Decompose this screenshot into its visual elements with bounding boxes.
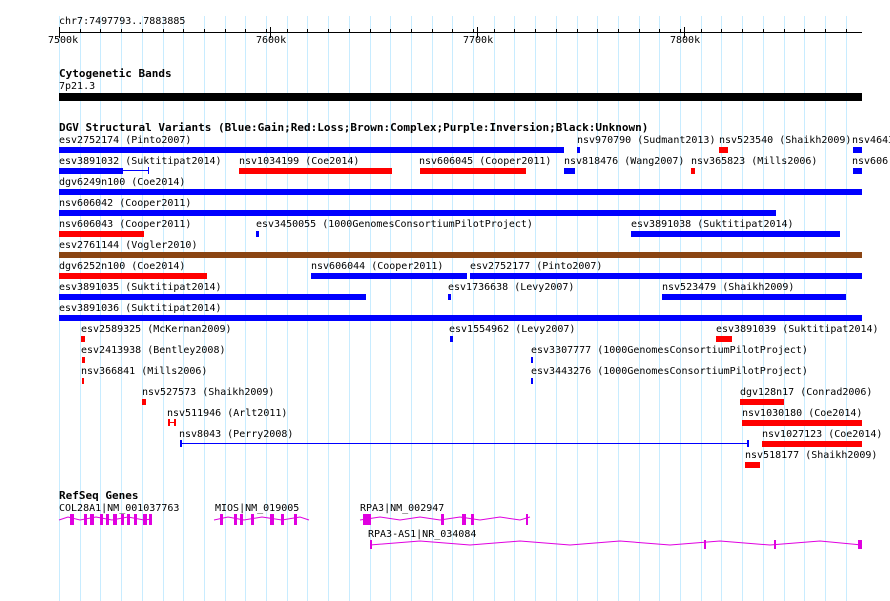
gene-exon bbox=[240, 514, 243, 525]
gene-exon bbox=[106, 514, 109, 525]
gene-exon bbox=[121, 514, 124, 525]
gene-exon bbox=[471, 514, 474, 525]
gene-exon bbox=[90, 514, 94, 525]
gene-models bbox=[58, 514, 863, 549]
gene-exon bbox=[134, 514, 137, 525]
gene-exon bbox=[220, 514, 223, 525]
gene-exon bbox=[281, 514, 284, 525]
genome-browser-view: chr7:7497793..7883885 7500k 7600k 7700k … bbox=[0, 0, 890, 601]
gene-exon bbox=[84, 514, 87, 525]
gene-exon bbox=[294, 514, 297, 525]
gene-intron-line bbox=[369, 540, 863, 546]
gene-exon bbox=[251, 514, 254, 525]
gene-exon bbox=[462, 514, 466, 525]
gene-exon bbox=[270, 514, 274, 525]
gene-exon bbox=[858, 540, 862, 549]
gene-exon bbox=[774, 540, 776, 549]
gene-exon bbox=[363, 514, 371, 525]
gene-exon bbox=[143, 514, 147, 525]
gene-exon bbox=[234, 514, 237, 525]
gene-exon bbox=[113, 514, 117, 525]
gene-exon bbox=[370, 540, 372, 549]
gene-exon bbox=[441, 514, 444, 525]
gene-intron-line bbox=[359, 516, 531, 521]
gene-exon bbox=[526, 514, 528, 525]
gene-exon bbox=[127, 514, 130, 525]
gene-exon bbox=[704, 540, 706, 549]
gene-exon bbox=[70, 514, 74, 525]
gene-exon bbox=[149, 514, 152, 525]
gene-exon bbox=[100, 514, 103, 525]
